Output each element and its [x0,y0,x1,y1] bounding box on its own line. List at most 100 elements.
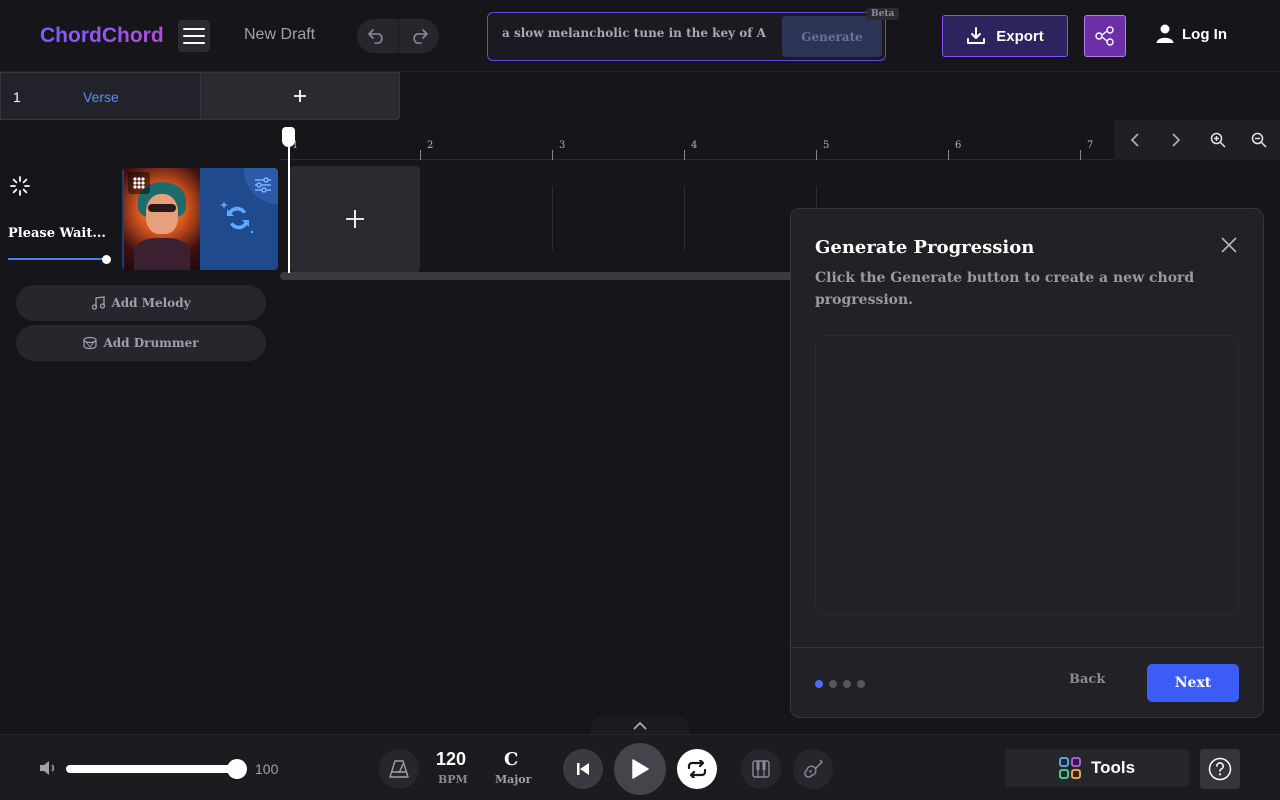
redo-icon [413,29,428,44]
zoom-out-icon [1252,132,1267,148]
timeline-controls [1114,120,1280,160]
grid-icon [128,172,150,194]
ruler-tick [1080,150,1081,160]
dialog-content-area [815,335,1239,615]
back-button[interactable]: Back [1069,672,1105,687]
bpm-label: BPM [438,773,468,786]
step-dot [829,680,837,688]
menu-button[interactable] [178,20,210,52]
loop-button[interactable] [677,749,717,789]
draft-title[interactable]: New Draft [244,26,315,44]
drum-icon [83,336,98,350]
login-button[interactable]: Log In [1156,24,1227,44]
bpm-value[interactable]: 120 [436,749,466,770]
top-bar: ChordChord New Draft Generate Beta Expor… [0,0,1280,72]
dialog-footer: Back Next [791,647,1263,717]
metronome-icon [389,760,409,778]
tools-grid-icon [1059,757,1081,779]
hamburger-icon [183,28,205,30]
add-drummer-label: Add Drummer [103,336,199,350]
undo-redo-group [357,19,439,53]
ruler-label: 3 [559,140,566,151]
playhead [288,145,290,273]
timeline-scrollbar[interactable] [280,272,800,280]
login-label: Log In [1182,25,1227,43]
prompt-input[interactable] [502,26,768,40]
metronome-button[interactable] [379,749,419,789]
plus-icon [294,90,306,102]
add-melody-button[interactable]: Add Melody [16,285,266,321]
ruler-tick [816,150,817,160]
track-status: Please Wait... [8,226,106,241]
volume-value: 100 [255,761,279,777]
ruler-label: 7 [1087,140,1094,151]
ruler-label: 6 [955,140,962,151]
undo-button[interactable] [357,19,398,53]
zoom-out-button[interactable] [1239,120,1280,160]
chevron-right-icon [1172,133,1181,147]
beta-badge: Beta [866,8,900,20]
instrument-sync-panel[interactable] [200,168,278,270]
ruler-tick [420,150,421,160]
section-tabs: 1 Verse [0,72,400,120]
generate-progression-dialog: Generate Progression Click the Generate … [790,208,1264,718]
export-button[interactable]: Export [942,15,1068,57]
tools-button[interactable]: Tools [1005,749,1189,787]
key-value[interactable]: C [504,749,518,770]
master-volume-knob[interactable] [227,759,247,779]
sync-icon [220,201,254,234]
add-drummer-button[interactable]: Add Drummer [16,325,266,361]
tools-label: Tools [1090,758,1136,777]
export-label: Export [996,27,1044,45]
plus-icon [346,210,364,228]
track-volume-knob[interactable] [102,255,111,264]
chevron-up-icon [633,722,647,730]
track-header: Please Wait... [0,166,120,272]
transport-bar: 100 120 BPM C Major Tools [0,734,1280,800]
scroll-left-button[interactable] [1114,120,1156,160]
add-section-button[interactable] [201,73,399,119]
app-logo[interactable]: ChordChord [40,24,164,48]
guitar-button[interactable] [793,749,833,789]
add-melody-label: Add Melody [111,296,191,310]
ruler-label: 2 [427,140,434,151]
section-tab-verse[interactable]: 1 Verse [1,73,201,119]
instrument-card[interactable] [122,168,278,270]
section-label: Verse [83,89,119,105]
generate-button[interactable]: Generate [782,16,882,57]
grid-line [684,186,685,250]
music-note-icon [92,296,106,310]
step-indicator [815,680,865,688]
close-button[interactable] [1219,235,1239,260]
scroll-right-button[interactable] [1156,120,1198,160]
zoom-in-button[interactable] [1197,120,1239,160]
zoom-in-icon [1210,132,1226,148]
step-dot [843,680,851,688]
expand-panel-button[interactable] [590,716,690,736]
user-icon [1156,24,1174,43]
instrument-artwork [124,168,200,270]
step-dot [857,680,865,688]
ruler-tick [684,150,685,160]
playhead-handle[interactable] [282,127,295,147]
share-icon [1095,26,1114,46]
master-volume-slider[interactable] [66,765,238,773]
close-icon [1221,237,1237,253]
play-button[interactable] [614,743,666,795]
next-button[interactable]: Next [1147,664,1239,702]
redo-button[interactable] [397,19,440,53]
speaker-icon [40,761,55,775]
skip-back-button[interactable] [563,749,603,789]
section-number: 1 [13,89,21,105]
track-volume-slider[interactable] [8,258,108,260]
chevron-left-icon [1130,133,1139,147]
share-button[interactable] [1084,15,1126,57]
dialog-title: Generate Progression [815,237,1035,258]
key-mode: Major [495,773,532,786]
help-icon [1208,757,1232,781]
spinner-icon [10,176,30,196]
help-button[interactable] [1200,749,1240,789]
ruler-tick [552,150,553,160]
add-chord-button[interactable] [290,166,420,272]
piano-button[interactable] [741,749,781,789]
